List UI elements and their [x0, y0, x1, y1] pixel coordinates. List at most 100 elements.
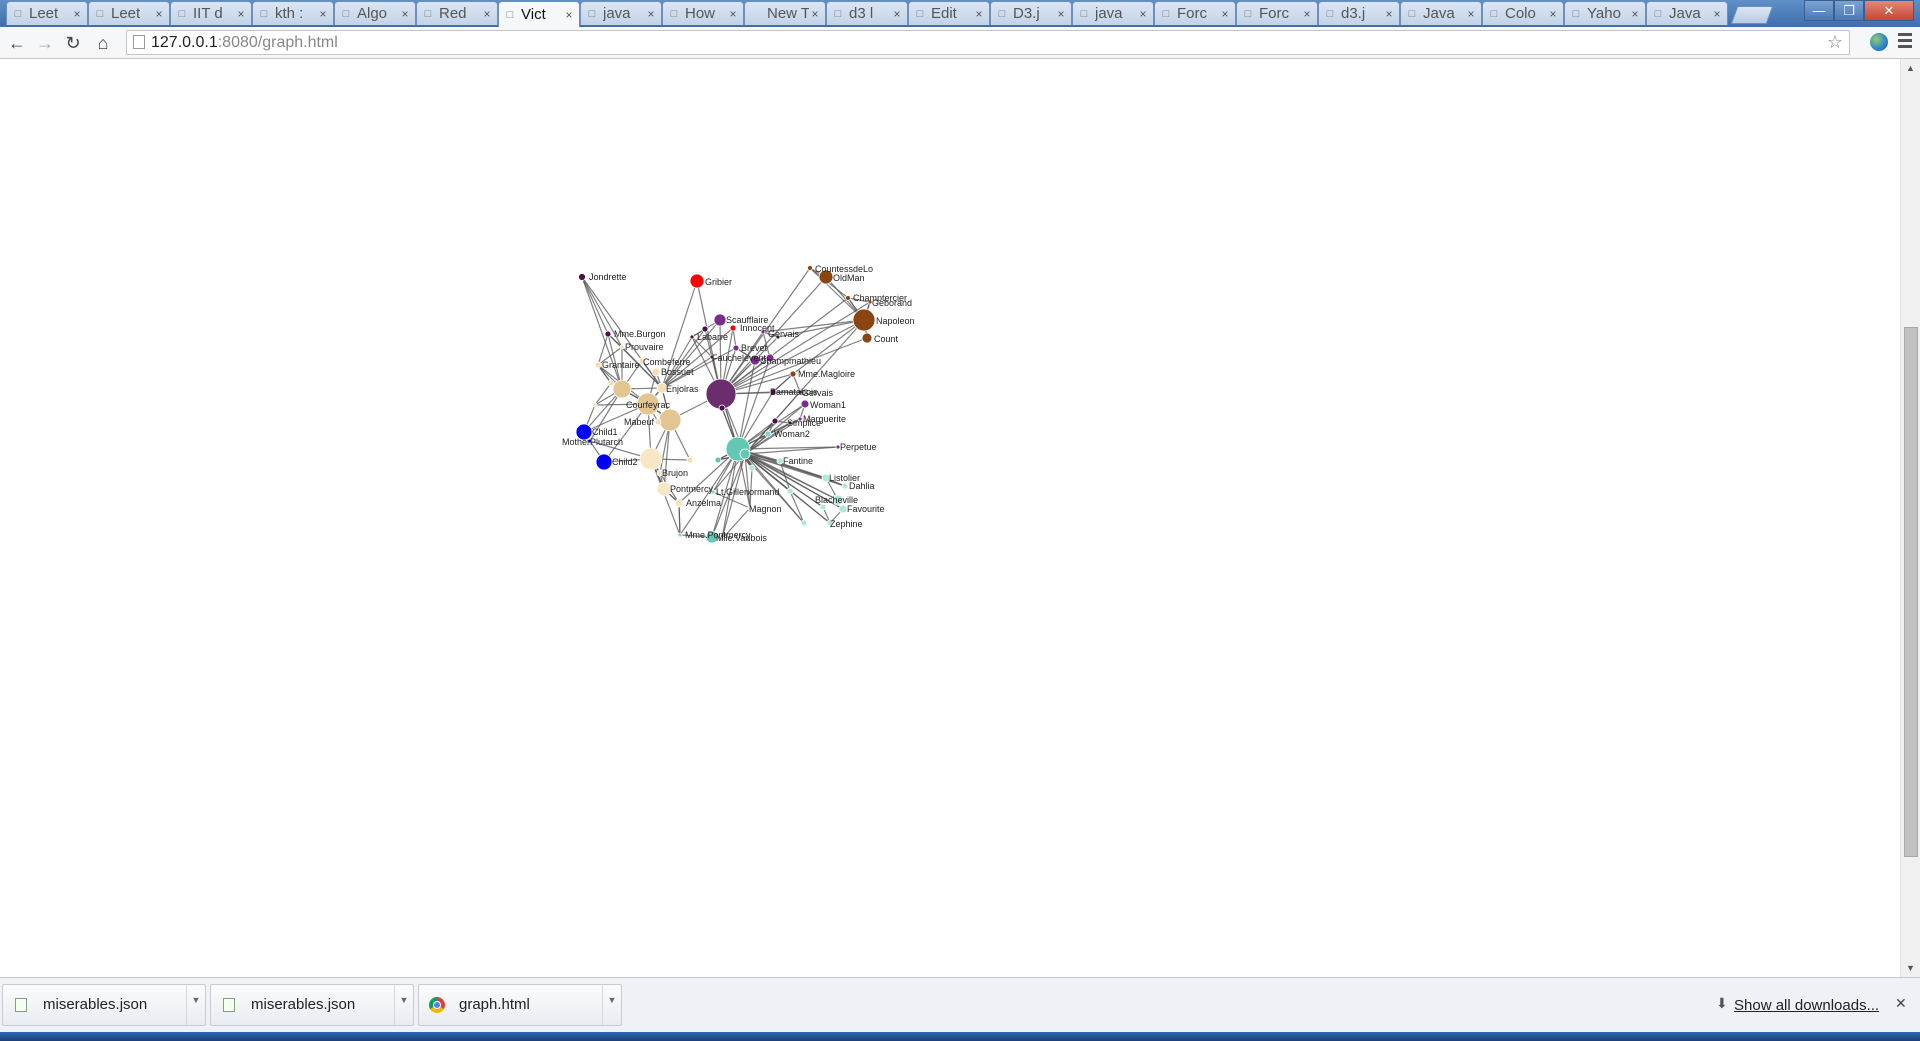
- tab-close-icon[interactable]: ×: [1547, 7, 1559, 21]
- tab-close-icon[interactable]: ×: [399, 7, 411, 21]
- graph-node[interactable]: [689, 334, 695, 340]
- extension-globe-icon[interactable]: [1870, 33, 1888, 51]
- tab-close-icon[interactable]: ×: [809, 7, 821, 21]
- graph-node[interactable]: [689, 273, 705, 289]
- tab[interactable]: □ Java ×: [1646, 1, 1728, 25]
- scroll-down-icon[interactable]: ▼: [1906, 963, 1915, 973]
- close-shelf-icon[interactable]: ✕: [1895, 995, 1907, 1012]
- graph-node[interactable]: [748, 464, 756, 472]
- graph-node[interactable]: [714, 456, 722, 464]
- tab-close-icon[interactable]: ×: [645, 7, 657, 21]
- vertical-scrollbar[interactable]: ▲ ▼: [1900, 59, 1920, 977]
- tab[interactable]: □ java ×: [580, 1, 662, 25]
- graph-node[interactable]: [639, 447, 663, 471]
- graph-node[interactable]: [800, 519, 808, 527]
- tab-close-icon[interactable]: ×: [563, 8, 575, 22]
- graph-node[interactable]: [594, 361, 602, 369]
- tab-close-icon[interactable]: ×: [1137, 7, 1149, 21]
- graph-node[interactable]: [841, 482, 849, 490]
- bookmark-star-icon[interactable]: ☆: [1827, 31, 1843, 54]
- tab-close-icon[interactable]: ×: [1383, 7, 1395, 21]
- home-icon[interactable]: ⌂: [92, 32, 114, 54]
- graph-node[interactable]: [619, 344, 625, 350]
- tab[interactable]: □ Vict ×: [498, 1, 580, 27]
- graph-node[interactable]: [771, 417, 779, 425]
- graph-node[interactable]: [686, 456, 694, 464]
- scrollbar-thumb[interactable]: [1904, 327, 1918, 857]
- graph-node[interactable]: [807, 265, 813, 271]
- scroll-up-icon[interactable]: ▲: [1906, 63, 1915, 73]
- download-menu-caret-icon[interactable]: ▼: [186, 985, 205, 1025]
- graph-node[interactable]: [604, 330, 612, 338]
- graph-node[interactable]: [658, 408, 682, 432]
- tab[interactable]: □ D3.j ×: [990, 1, 1072, 25]
- tab[interactable]: □ Forc ×: [1236, 1, 1318, 25]
- tab-close-icon[interactable]: ×: [973, 7, 985, 21]
- tab-close-icon[interactable]: ×: [1219, 7, 1231, 21]
- graph-node[interactable]: [674, 498, 684, 508]
- tab-close-icon[interactable]: ×: [317, 7, 329, 21]
- graph-node[interactable]: [800, 399, 810, 409]
- graph-node[interactable]: [729, 324, 737, 332]
- tab[interactable]: □ Leet ×: [6, 1, 88, 25]
- graph-node[interactable]: [607, 379, 615, 387]
- graph-node[interactable]: [764, 430, 772, 438]
- new-tab-button[interactable]: [1730, 6, 1774, 24]
- minimize-icon[interactable]: —: [1804, 0, 1834, 21]
- tab[interactable]: □ IIT d ×: [170, 1, 252, 25]
- address-bar[interactable]: 127.0.0.1:8080/graph.html ☆: [126, 30, 1850, 55]
- download-menu-caret-icon[interactable]: ▼: [394, 985, 413, 1025]
- download-item[interactable]: miserables.json ▼: [2, 984, 206, 1026]
- tab[interactable]: □ Yaho ×: [1564, 1, 1646, 25]
- graph-node[interactable]: [718, 404, 726, 412]
- graph-node[interactable]: [705, 378, 737, 410]
- download-item[interactable]: miserables.json ▼: [210, 984, 414, 1026]
- graph-node[interactable]: [739, 448, 751, 460]
- reload-icon[interactable]: ↻: [62, 32, 84, 54]
- close-window-icon[interactable]: ✕: [1864, 0, 1914, 21]
- graph-node[interactable]: [861, 332, 873, 344]
- tab[interactable]: New T ×: [744, 1, 826, 25]
- tab[interactable]: □ Red ×: [416, 1, 498, 25]
- tab[interactable]: □ d3 l ×: [826, 1, 908, 25]
- tab[interactable]: □ d3.j ×: [1318, 1, 1400, 25]
- graph-node[interactable]: [838, 504, 848, 514]
- graph-node[interactable]: [845, 295, 851, 301]
- graph-node[interactable]: [732, 344, 740, 352]
- tab[interactable]: □ Colo ×: [1482, 1, 1564, 25]
- url-text[interactable]: 127.0.0.1:8080/graph.html: [151, 31, 338, 54]
- graph-node[interactable]: [651, 367, 661, 377]
- graph-node[interactable]: [786, 487, 794, 495]
- tab-close-icon[interactable]: ×: [235, 7, 247, 21]
- tab[interactable]: □ Forc ×: [1154, 1, 1236, 25]
- tab[interactable]: □ Algo ×: [334, 1, 416, 25]
- tab-close-icon[interactable]: ×: [1629, 7, 1641, 21]
- graph-node[interactable]: [789, 370, 797, 378]
- tab-close-icon[interactable]: ×: [891, 7, 903, 21]
- tab-close-icon[interactable]: ×: [727, 7, 739, 21]
- download-item[interactable]: graph.html ▼: [418, 984, 622, 1026]
- graph-node[interactable]: [595, 453, 613, 471]
- tab[interactable]: □ Edit ×: [908, 1, 990, 25]
- show-all-downloads-link[interactable]: Show all downloads...: [1734, 997, 1879, 1014]
- graph-node[interactable]: [578, 273, 586, 281]
- graph-node[interactable]: [612, 379, 632, 399]
- tab[interactable]: □ java ×: [1072, 1, 1154, 25]
- tab-close-icon[interactable]: ×: [153, 7, 165, 21]
- download-menu-caret-icon[interactable]: ▼: [602, 985, 621, 1025]
- forward-icon[interactable]: →: [34, 32, 56, 54]
- graph-node[interactable]: [656, 481, 672, 497]
- tab-close-icon[interactable]: ×: [1711, 7, 1723, 21]
- graph-node[interactable]: [713, 313, 727, 327]
- tab-close-icon[interactable]: ×: [481, 7, 493, 21]
- tab-close-icon[interactable]: ×: [1465, 7, 1477, 21]
- tab-close-icon[interactable]: ×: [1055, 7, 1067, 21]
- tab[interactable]: □ kth : ×: [252, 1, 334, 25]
- graph-node[interactable]: [852, 308, 876, 332]
- tab[interactable]: □ Java ×: [1400, 1, 1482, 25]
- tab[interactable]: □ How ×: [662, 1, 744, 25]
- tab[interactable]: □ Leet ×: [88, 1, 170, 25]
- back-icon[interactable]: ←: [6, 32, 28, 54]
- tab-close-icon[interactable]: ×: [1301, 7, 1313, 21]
- graph-node[interactable]: [592, 402, 598, 408]
